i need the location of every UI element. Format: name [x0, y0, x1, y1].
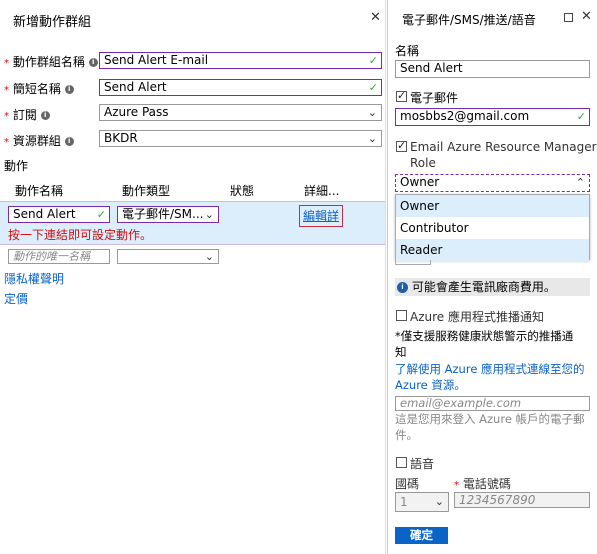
info-icon: i	[64, 85, 74, 94]
role-option-owner[interactable]: Owner	[396, 195, 589, 217]
chevron-down-icon: ⌄	[204, 208, 214, 221]
push-link-line1: 了解使用 Azure 應用程式連線至您的	[395, 362, 585, 376]
push-note-line2: 知	[395, 345, 407, 359]
push-checkbox[interactable]	[396, 310, 407, 321]
phone-label: * 電話號碼	[454, 477, 511, 491]
subscription-select[interactable]: Azure Pass ⌄	[99, 104, 382, 121]
push-email-input[interactable]: email@example.com	[395, 396, 590, 411]
ok-button[interactable]: 確定	[395, 527, 448, 544]
chevron-up-icon: ⌃	[575, 176, 585, 189]
push-email-help: 這是您用來登入 Azure 帳戶的電子郵 件。	[395, 411, 585, 443]
col-header-details: 詳細...	[304, 184, 340, 198]
arm-role-label-line1: Email Azure Resource Manager	[410, 140, 597, 154]
name-input[interactable]: Send Alert	[395, 60, 590, 78]
left-panel-title: 新增動作群組	[13, 15, 92, 30]
short-name-input[interactable]: Send Alert ✓	[99, 79, 382, 96]
check-icon: ✓	[96, 208, 106, 221]
resource-group-label: * 資源群組 i	[4, 132, 74, 149]
push-label: Azure 應用程式推播通知	[410, 310, 544, 324]
email-checkbox-label: 電子郵件	[410, 91, 459, 105]
push-email-help-line2: 件。	[395, 428, 418, 442]
info-icon: i	[397, 282, 408, 293]
check-icon: ✓	[368, 81, 378, 94]
chevron-down-icon: ⌄	[367, 106, 377, 119]
right-panel: 電子郵件/SMS/推送/語音 ✕ 名稱 Send Alert 電子郵件 mosb…	[387, 0, 597, 554]
left-panel: 新增動作群組 ✕ * 動作群組名稱 i Send Alert E-mail ✓ *…	[0, 0, 386, 554]
push-email-help-line1: 這是您用來登入 Azure 帳戶的電子郵	[395, 412, 585, 426]
push-note-line1: *僅支援服務健康狀態警示的推播通	[395, 329, 574, 343]
sms-cost-notice: i 可能會產生電訊廠商費用。	[395, 278, 590, 296]
subscription-label: * 訂閱 i	[4, 106, 50, 123]
info-icon: i	[64, 137, 74, 146]
role-option-contributor[interactable]: Contributor	[396, 217, 589, 239]
role-dropdown: Owner Contributor Reader	[395, 194, 590, 261]
pricing-link[interactable]: 定價	[4, 290, 28, 307]
push-link-line2: Azure 資源。	[395, 378, 466, 392]
info-icon: i	[88, 58, 98, 67]
chevron-down-icon: ⌄	[434, 495, 444, 508]
resource-group-select[interactable]: BKDR ⌄	[99, 130, 382, 147]
action-type-select[interactable]: 電子郵件/SM... ⌄	[117, 206, 219, 223]
arm-role-label: Email Azure Resource Manager Role	[410, 139, 597, 171]
col-header-type: 動作類型	[122, 184, 171, 198]
arm-role-label-line2: Role	[410, 156, 436, 170]
edit-details-link[interactable]: 編輯詳	[299, 205, 344, 227]
push-note: *僅支援服務健康狀態警示的推播通 知	[395, 328, 573, 360]
check-icon: ✓	[368, 54, 378, 67]
close-icon[interactable]: ✕	[581, 9, 592, 24]
check-icon: ✓	[576, 110, 586, 123]
new-action-name-input[interactable]: 動作的唯一名稱	[8, 249, 110, 264]
voice-checkbox[interactable]	[396, 457, 407, 468]
action-group-name-input[interactable]: Send Alert E-mail ✓	[99, 52, 382, 69]
privacy-link[interactable]: 隱私權聲明	[4, 270, 64, 287]
phone-input[interactable]: 1234567890	[454, 492, 590, 508]
arm-role-checkbox[interactable]	[396, 139, 407, 152]
chevron-down-icon: ⌄	[367, 132, 377, 145]
maximize-icon[interactable]	[564, 13, 573, 22]
hidden-select-fragment	[395, 260, 431, 265]
voice-label: 語音	[410, 457, 435, 471]
row-hint: 按一下連結即可設定動作。	[8, 228, 153, 242]
push-learn-link[interactable]: 了解使用 Azure 應用程式連線至您的 Azure 資源。	[395, 361, 585, 393]
col-header-name: 動作名稱	[15, 184, 64, 198]
actions-heading: 動作	[4, 159, 29, 173]
chevron-down-icon: ⌄	[204, 250, 214, 263]
col-header-status: 狀態	[230, 184, 255, 198]
name-label: 名稱	[395, 44, 420, 58]
action-name-input[interactable]: Send Alert ✓	[8, 206, 110, 223]
new-action-type-select[interactable]: ⌄	[117, 249, 219, 264]
country-code-label: 國碼	[395, 477, 420, 491]
role-option-reader[interactable]: Reader	[396, 239, 589, 261]
left-close-icon[interactable]: ✕	[370, 10, 381, 25]
info-icon: i	[40, 111, 50, 120]
table-row: Send Alert ✓ 電子郵件/SM... ⌄ 編輯詳 按一下連結即可設定動作。	[0, 201, 385, 245]
action-group-name-label: * 動作群組名稱 i	[4, 53, 98, 70]
short-name-label: * 簡短名稱 i	[4, 80, 74, 97]
sms-cost-text: 可能會產生電訊廠商費用。	[411, 280, 556, 294]
email-input[interactable]: mosbbs2@gmail.com ✓	[395, 108, 590, 126]
role-select[interactable]: Owner ⌃	[395, 174, 590, 192]
email-checkbox[interactable]	[396, 89, 407, 102]
country-code-select[interactable]: 1 ⌄	[395, 492, 449, 512]
right-panel-title: 電子郵件/SMS/推送/語音	[402, 13, 536, 27]
